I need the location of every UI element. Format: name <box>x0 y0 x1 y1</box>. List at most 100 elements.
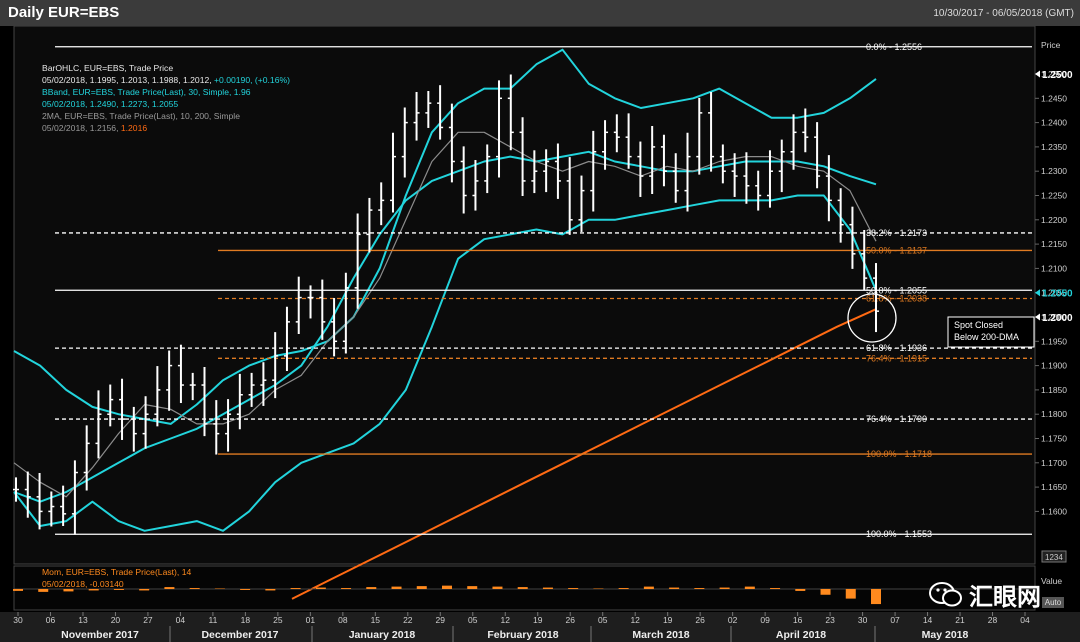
y-tick-label: 1.2450 <box>1041 93 1067 103</box>
x-day-label: 25 <box>273 615 283 625</box>
x-month-label: March 2018 <box>632 629 689 641</box>
x-day-label: 21 <box>955 615 965 625</box>
price-marker-arrow <box>1035 313 1040 321</box>
price-marker-label: 1.2050 <box>1042 289 1073 300</box>
x-day-label: 30 <box>858 615 868 625</box>
auto-scale-button[interactable]: Auto <box>1042 597 1064 608</box>
x-day-label: 06 <box>46 615 56 625</box>
title-bar: Daily EUR=EBS 10/30/2017 - 06/05/2018 (G… <box>0 0 1080 26</box>
y-tick-label: 1.2250 <box>1041 191 1067 201</box>
momentum-bar <box>871 589 881 605</box>
x-day-label: 05 <box>598 615 608 625</box>
fib-white-label: 76.4% - 1.1790 <box>866 414 927 424</box>
momentum-bar <box>542 587 553 589</box>
x-day-label: 04 <box>176 615 186 625</box>
x-month-label: December 2017 <box>201 629 278 641</box>
x-day-label: 04 <box>1020 615 1030 625</box>
last-value-box-label: 1234 <box>1045 553 1063 562</box>
annotation-line1: Spot Closed <box>954 320 1003 330</box>
y-tick-label: 1.1850 <box>1041 385 1067 395</box>
y-tick-label: 1.2350 <box>1041 142 1067 152</box>
x-month-label: February 2018 <box>487 629 558 641</box>
price-marker-arrow <box>1035 289 1040 297</box>
price-axis: 1.1600 1.1650 1.1700 1.1750 1.1800 1.1850 1.19… <box>1035 40 1073 516</box>
momentum-bar <box>240 589 251 590</box>
y-tick-label: 1.2200 <box>1041 215 1067 225</box>
annotation-line2: Below 200-DMA <box>954 332 1019 342</box>
price-marker-arrow <box>1035 70 1040 78</box>
momentum-bar <box>795 589 806 591</box>
time-axis: 30 06 13 20 27 04 11 18 25 01 08 15 22 29 05 12 19 26 05 12… <box>0 612 1080 642</box>
momentum-bar <box>315 587 326 589</box>
x-day-label: 13 <box>78 615 88 625</box>
price-marker-label: 1.2500 <box>1042 70 1073 81</box>
x-day-label: 12 <box>501 615 511 625</box>
fib-white-label: 38.2% - 1.2173 <box>866 228 927 238</box>
momentum-bar <box>694 588 705 589</box>
legend-mom: Mom, EUR=EBS, Trade Price(Last), 14 05/0… <box>42 566 191 590</box>
momentum-bar <box>442 585 452 589</box>
momentum-bar <box>643 586 654 589</box>
x-month-label: April 2018 <box>776 629 826 641</box>
momentum-bar <box>492 586 503 589</box>
x-day-label: 05 <box>468 615 478 625</box>
x-day-label: 12 <box>630 615 640 625</box>
x-day-label: 15 <box>371 615 381 625</box>
y-tick-label: 1.2300 <box>1041 166 1067 176</box>
x-month-label: November 2017 <box>61 629 139 641</box>
x-day-label: 26 <box>565 615 575 625</box>
y-tick-label: 1.2400 <box>1041 118 1067 128</box>
momentum-bar <box>341 588 352 589</box>
momentum-bar <box>366 587 377 589</box>
x-day-label: 02 <box>728 615 738 625</box>
momentum-bar <box>568 588 579 589</box>
y-tick-label: 1.1650 <box>1041 482 1067 492</box>
y-tick-label: 1.1600 <box>1041 506 1067 516</box>
x-day-label: 19 <box>663 615 673 625</box>
legend-ma-values: 05/02/2018, 1.2156, <box>42 123 119 133</box>
legend-ohlc-values: 05/02/2018, 1.1995, 1.2013, 1.1988, 1.20… <box>42 75 212 85</box>
x-day-label: 16 <box>793 615 803 625</box>
x-day-label: 08 <box>338 615 348 625</box>
x-day-label: 23 <box>825 615 835 625</box>
wechat-icon <box>929 582 962 607</box>
momentum-bar <box>467 586 478 589</box>
fib-orange-label: 100.0% - 1.1718 <box>866 449 932 459</box>
legend-ohlc: BarOHLC, EUR=EBS, Trade Price 05/02/2018… <box>42 62 290 134</box>
fib-orange-label: 76.4% - 1.1915 <box>866 353 927 363</box>
fib-white-label: 100.0% - 1.1553 <box>866 529 932 539</box>
y-tick-label: 1.1950 <box>1041 336 1067 346</box>
momentum-bar <box>719 587 730 589</box>
date-range: 10/30/2017 - 06/05/2018 (GMT) <box>933 8 1074 19</box>
x-day-label: 20 <box>111 615 121 625</box>
momentum-bar <box>744 586 755 589</box>
legend-ma-name: 2MA, EUR=EBS, Trade Price(Last), 10, 200… <box>42 111 240 121</box>
momentum-bar <box>845 589 856 599</box>
x-day-label: 18 <box>241 615 251 625</box>
momentum-bar <box>618 588 629 589</box>
legend-mom-values: 05/02/2018, -0.03140 <box>42 579 124 589</box>
y-tick-label: 1.2150 <box>1041 239 1067 249</box>
x-day-label: 14 <box>923 615 933 625</box>
price-marker-label: 1.2000 <box>1042 313 1073 324</box>
chart-title: Daily EUR=EBS <box>8 4 120 21</box>
x-day-label: 01 <box>306 615 316 625</box>
momentum-bar <box>13 589 23 591</box>
legend-bband-values: 05/02/2018, 1.2490, 1.2273, 1.2055 <box>42 99 179 109</box>
x-day-label: 28 <box>988 615 998 625</box>
legend-ohlc-name: BarOHLC, EUR=EBS, Trade Price <box>42 63 174 73</box>
momentum-bar <box>416 586 427 589</box>
momentum-bar <box>770 588 781 589</box>
legend-bband-name: BBand, EUR=EBS, Trade Price(Last), 30, S… <box>42 87 251 97</box>
x-day-label: 26 <box>695 615 705 625</box>
legend-mom-name: Mom, EUR=EBS, Trade Price(Last), 14 <box>42 567 192 577</box>
momentum-bar <box>391 586 402 589</box>
x-day-label: 09 <box>760 615 770 625</box>
x-month-label: May 2018 <box>922 629 969 641</box>
watermark-text: 汇眼网 <box>969 584 1041 611</box>
legend-ma-row: 05/02/2018, 1.2156, 1.2016 <box>42 122 290 134</box>
fib-white-label: 61.8% - 1.1936 <box>866 343 927 353</box>
x-month-label: January 2018 <box>349 629 416 641</box>
momentum-bar <box>290 588 301 589</box>
x-day-label: 07 <box>890 615 900 625</box>
